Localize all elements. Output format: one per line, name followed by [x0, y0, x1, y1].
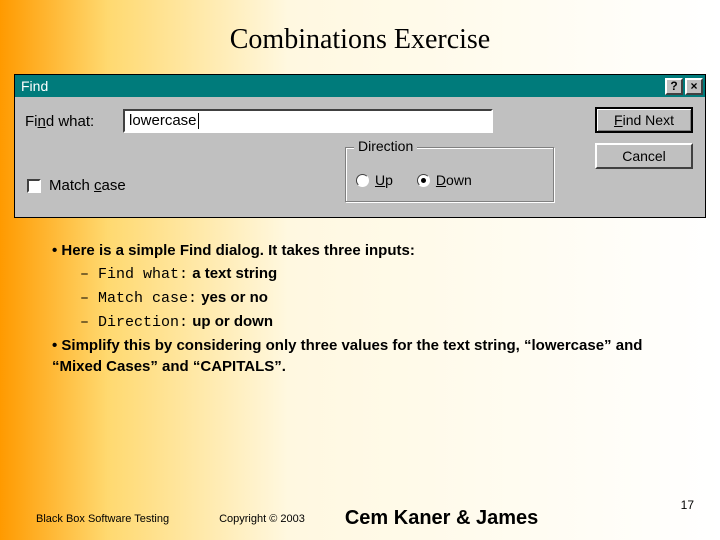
close-button[interactable]: ×	[685, 78, 703, 95]
find-what-label: Find what:	[25, 113, 115, 130]
notes: • Here is a simple Find dialog. It takes…	[52, 240, 680, 377]
sub-3: – Direction: up or down	[80, 311, 680, 333]
dialog-body: Find what: lowercase Find Next Cancel Ma…	[15, 97, 705, 217]
dialog-title: Find	[21, 78, 663, 94]
sub-1: – Find what: a text string	[80, 263, 680, 285]
match-case-label: Match case	[49, 177, 126, 194]
text-caret	[198, 113, 199, 129]
direction-down[interactable]: Down	[417, 172, 472, 188]
page-number: 17	[681, 498, 694, 512]
cancel-button[interactable]: Cancel	[595, 143, 693, 169]
direction-group: Direction Up Down	[345, 147, 555, 203]
footer-authors: Cem Kaner & James	[345, 507, 538, 530]
bullet-1: • Here is a simple Find dialog. It takes…	[52, 240, 680, 261]
titlebar: Find ? ×	[15, 75, 705, 97]
match-case-checkbox[interactable]	[27, 179, 41, 193]
direction-up[interactable]: Up	[356, 172, 393, 188]
footer-copyright: Copyright © 2003	[219, 513, 305, 525]
radio-up[interactable]	[356, 174, 369, 187]
footer-left: Black Box Software Testing	[36, 513, 169, 525]
match-case-row: Match case	[27, 177, 126, 194]
direction-legend: Direction	[354, 138, 417, 154]
slide-title: Combinations Exercise	[0, 0, 720, 66]
footer: Black Box Software Testing Copyright © 2…	[36, 507, 700, 530]
find-dialog: Find ? × Find what: lowercase Find Next …	[14, 74, 706, 218]
radio-down[interactable]	[417, 174, 430, 187]
bullet-2: • Simplify this by considering only thre…	[52, 335, 680, 377]
find-next-button[interactable]: Find Next	[595, 107, 693, 133]
sub-2: – Match case: yes or no	[80, 287, 680, 309]
find-what-input[interactable]: lowercase	[123, 109, 493, 133]
help-button[interactable]: ?	[665, 78, 683, 95]
